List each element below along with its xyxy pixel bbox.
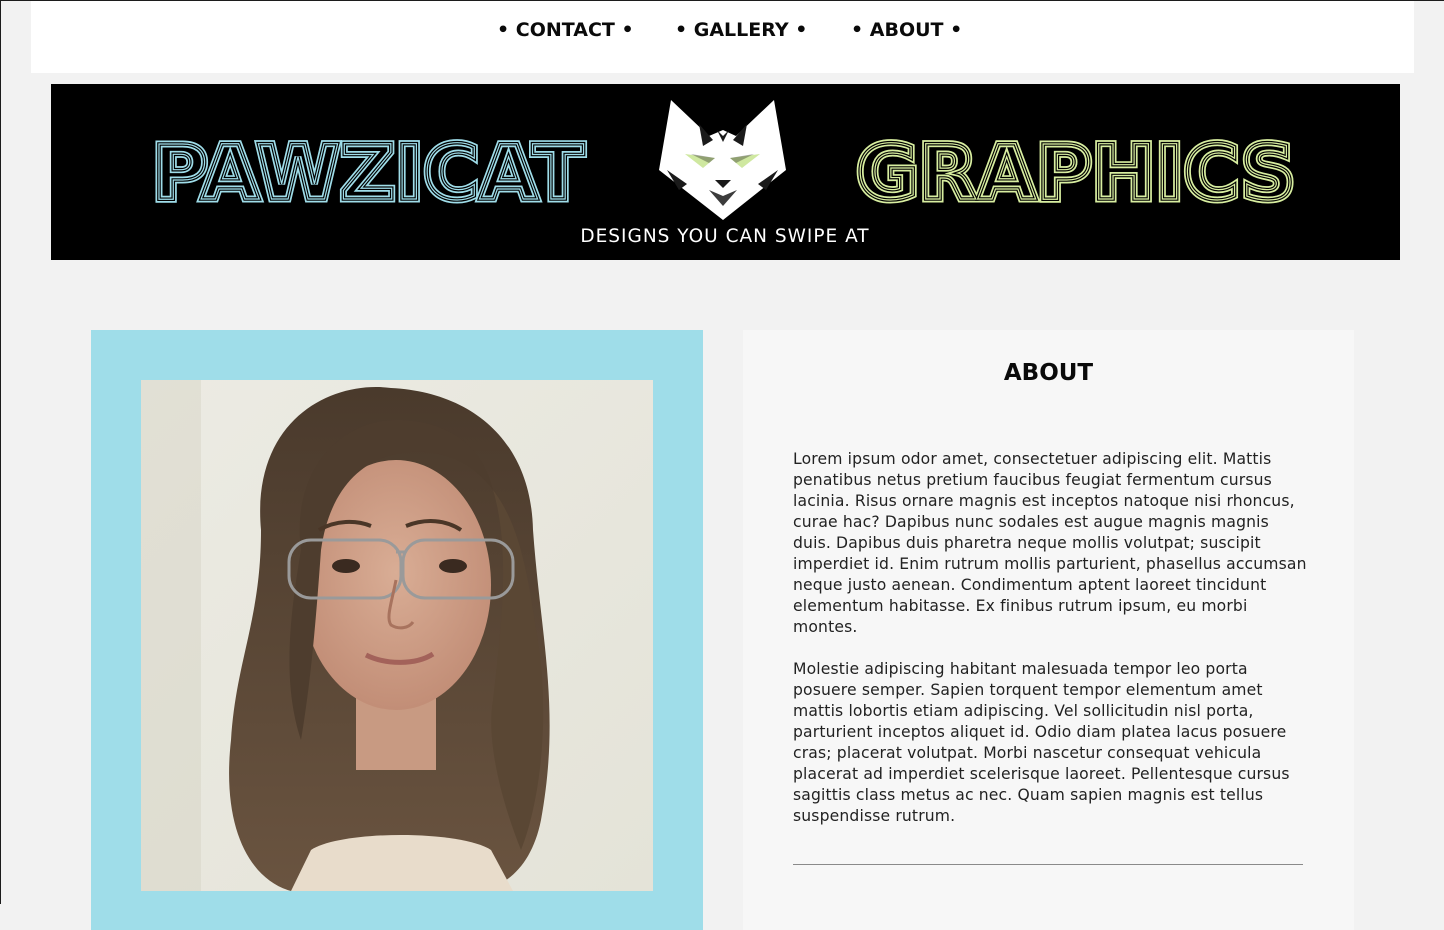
about-card: ABOUT Lorem ipsum odor amet, consectetue… <box>743 330 1354 930</box>
brand-left-text-inner: PAWZICAT <box>152 128 584 217</box>
about-paragraph: Lorem ipsum odor amet, consectetuer adip… <box>793 450 1307 636</box>
portrait-image <box>141 380 653 891</box>
cat-head-icon <box>659 100 786 220</box>
about-paragraph: Molestie adipiscing habitant malesuada t… <box>793 660 1290 825</box>
about-body: Lorem ipsum odor amet, consectetuer adip… <box>793 428 1307 848</box>
banner-graphic: PAWZICAT PAWZICAT PAWZICAT GRAPHICS GRAP… <box>149 100 1299 247</box>
about-divider <box>793 864 1303 865</box>
portrait-photo <box>141 380 653 891</box>
banner-tagline: DESIGNS YOU CAN SWIPE AT <box>580 226 869 247</box>
brand-banner[interactable]: PAWZICAT PAWZICAT PAWZICAT GRAPHICS GRAP… <box>51 84 1400 260</box>
brand-right-text-inner: GRAPHICS <box>856 128 1295 217</box>
portrait-panel <box>91 330 703 930</box>
top-nav: • CONTACT • • GALLERY • • ABOUT • <box>31 1 1414 73</box>
nav-about-link[interactable]: • ABOUT • <box>851 19 962 41</box>
about-heading: ABOUT <box>1003 360 1094 386</box>
nav-gallery-link[interactable]: • GALLERY • <box>675 19 807 41</box>
nav-contact-link[interactable]: • CONTACT • <box>497 19 634 41</box>
